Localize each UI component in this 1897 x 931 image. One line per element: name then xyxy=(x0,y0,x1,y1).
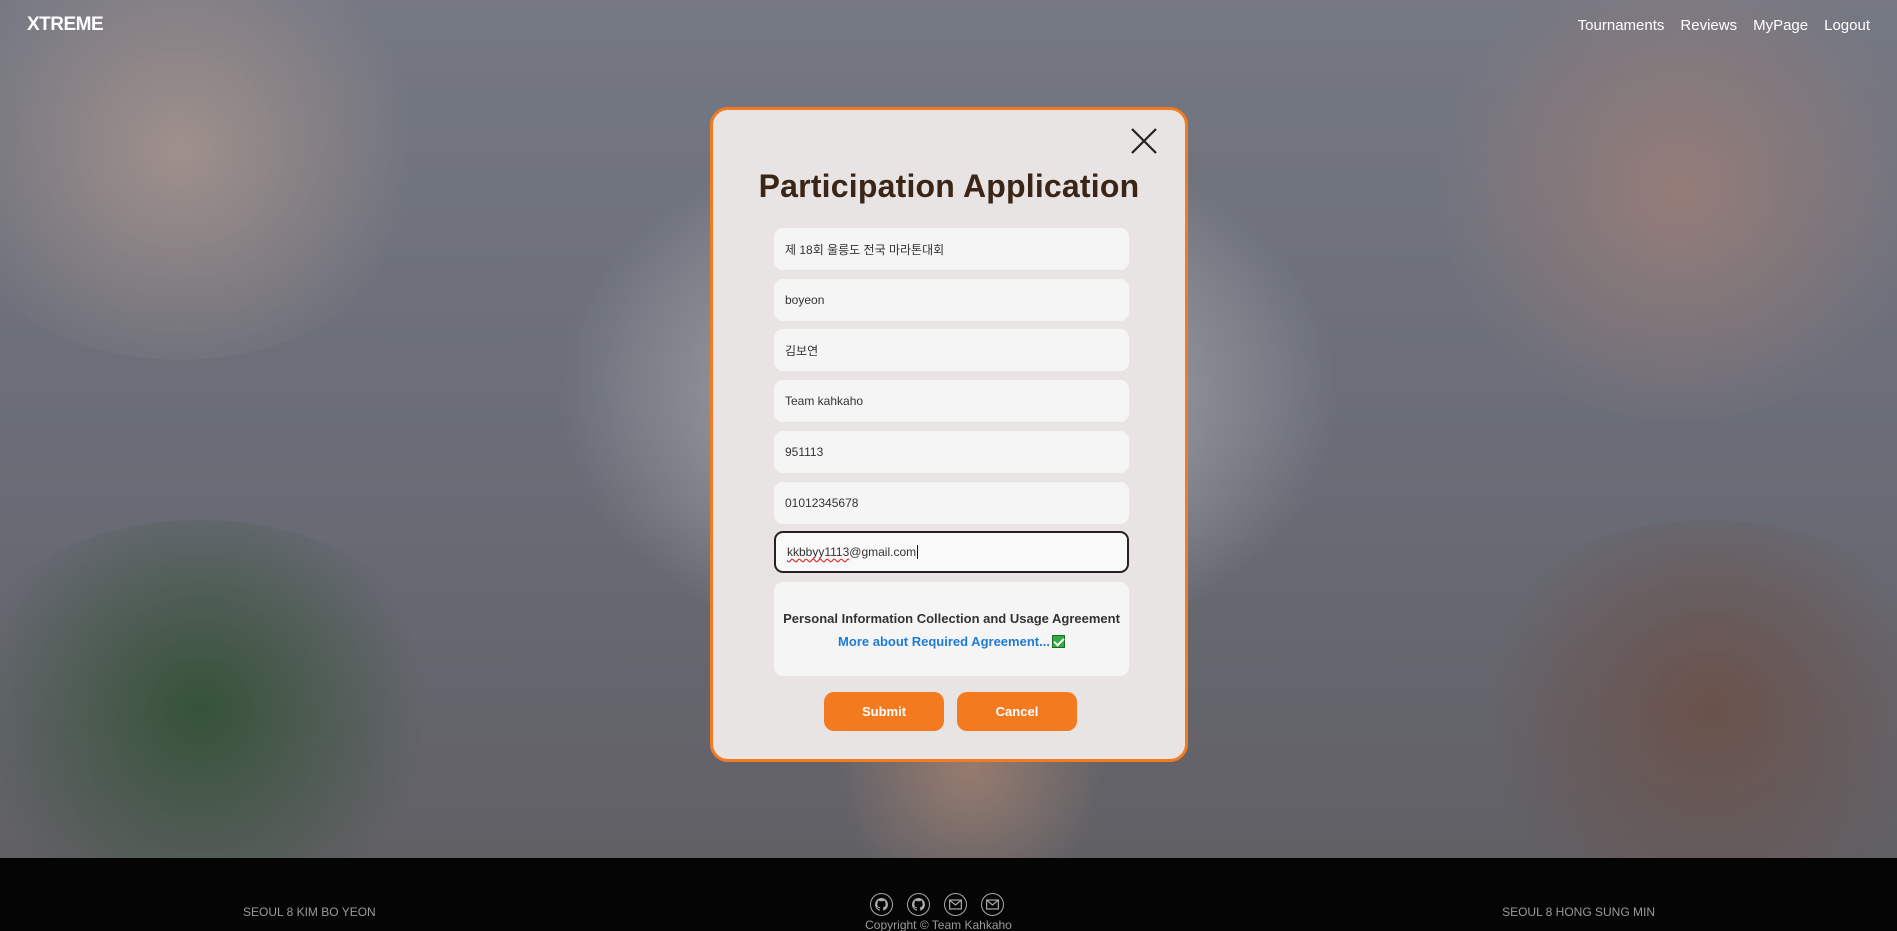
cancel-button[interactable]: Cancel xyxy=(957,692,1077,731)
footer: SEOUL 8 KIM BO YEON Copyright © Team Kah… xyxy=(0,858,1897,931)
footer-author-left: SEOUL 8 KIM BO YEON xyxy=(243,905,376,919)
top-navigation: XTREME Tournaments Reviews MyPage Logout xyxy=(0,0,1897,52)
phone-field[interactable]: 01012345678 xyxy=(774,482,1129,524)
text-caret xyxy=(917,545,919,559)
agreement-title: Personal Information Collection and Usag… xyxy=(783,611,1120,626)
team-field[interactable]: Team kahkaho xyxy=(774,380,1129,422)
participation-modal: Participation Application 제 18회 울릉도 전국 마… xyxy=(710,107,1188,762)
mail-icon[interactable] xyxy=(981,893,1004,916)
agreement-box: Personal Information Collection and Usag… xyxy=(774,582,1129,676)
email-domain: @gmail.com xyxy=(849,545,917,559)
footer-icons xyxy=(870,893,1004,916)
name-field[interactable]: 김보연 xyxy=(774,329,1129,371)
footer-author-right: SEOUL 8 HONG SUNG MIN xyxy=(1502,905,1655,919)
github-icon[interactable] xyxy=(870,893,893,916)
tournament-field[interactable]: 제 18회 울릉도 전국 마라톤대회 xyxy=(774,228,1129,270)
nav-link-tournaments[interactable]: Tournaments xyxy=(1578,17,1665,34)
nav-links: Tournaments Reviews MyPage Logout xyxy=(1578,17,1870,34)
submit-button[interactable]: Submit xyxy=(824,692,944,731)
nav-link-reviews[interactable]: Reviews xyxy=(1680,17,1737,34)
logo[interactable]: XTREME xyxy=(27,14,104,36)
email-field[interactable]: kkbbyy1113 @gmail.com xyxy=(774,531,1129,573)
nav-link-logout[interactable]: Logout xyxy=(1824,17,1870,34)
nav-link-mypage[interactable]: MyPage xyxy=(1753,17,1808,34)
checkbox-checked-icon[interactable] xyxy=(1051,635,1065,648)
modal-title: Participation Application xyxy=(758,168,1140,204)
mail-icon[interactable] xyxy=(944,893,967,916)
github-icon[interactable] xyxy=(907,893,930,916)
birthdate-field[interactable]: 951113 xyxy=(774,431,1129,473)
agreement-link-text[interactable]: More about Required Agreement... xyxy=(838,634,1050,649)
close-icon[interactable] xyxy=(1129,126,1159,156)
user-id-field[interactable]: boyeon xyxy=(774,279,1129,321)
copyright-text: Copyright © Team Kahkaho xyxy=(865,918,1012,931)
agreement-link[interactable]: More about Required Agreement... xyxy=(774,634,1129,649)
email-local-part: kkbbyy1113 xyxy=(787,545,850,559)
